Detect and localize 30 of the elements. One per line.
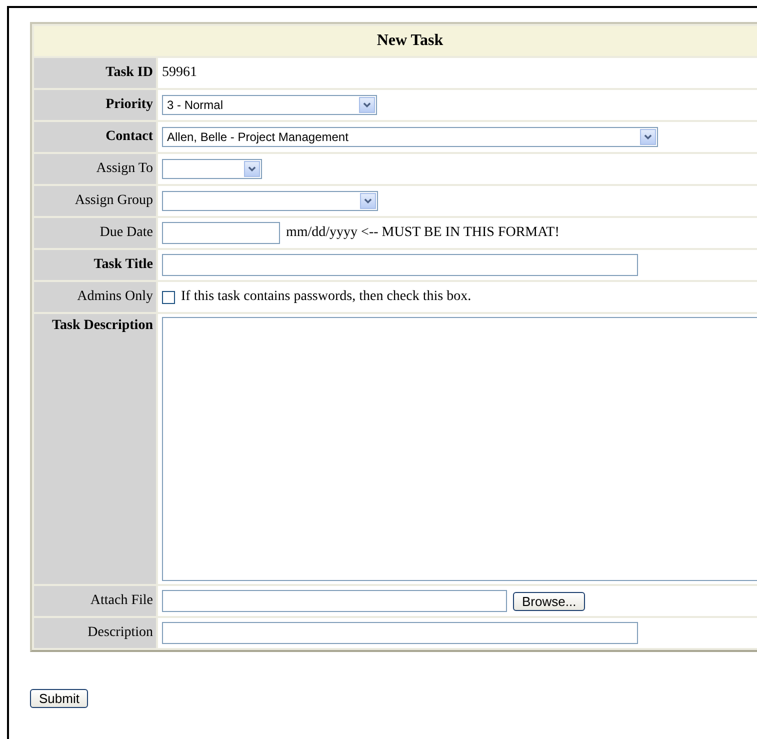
field-label: Assign Group [34, 186, 156, 216]
submit-button[interactable]: Submit [30, 689, 88, 708]
field-label: Admins Only [34, 282, 156, 312]
file-path-field[interactable] [162, 590, 507, 612]
task-id-value: 59961 [162, 65, 197, 80]
field-label: Task ID [34, 58, 156, 88]
format-hint: mm/dd/yyyy <-- MUST BE IN THIS FORMAT! [286, 225, 560, 241]
browse-button[interactable]: Browse... [513, 592, 586, 610]
chevron-down-icon [360, 193, 376, 209]
dropdown[interactable] [162, 191, 378, 211]
chevron-down-icon [640, 129, 656, 145]
checkbox-label: If this task contains passwords, then check this box. [181, 289, 472, 305]
chevron-down-icon [244, 161, 260, 177]
chevron-down-icon [359, 97, 375, 113]
dropdown[interactable]: 3 - Normal [162, 95, 377, 115]
dropdown[interactable] [162, 159, 262, 179]
checkbox[interactable] [162, 290, 175, 304]
input-field[interactable] [162, 622, 638, 644]
field-label: Description [34, 618, 156, 648]
field-label: Assign To [34, 154, 156, 184]
field-label: Attach File [34, 586, 156, 616]
input-field[interactable] [162, 222, 280, 244]
field-label: Due Date [34, 218, 156, 248]
form-title: New Task [34, 26, 757, 56]
input-field[interactable] [162, 254, 638, 276]
dropdown[interactable]: Allen, Belle - Project Management [162, 127, 658, 147]
field-label: Task Title [34, 250, 156, 280]
field-label: Task Description [34, 314, 156, 584]
field-label: Contact [34, 122, 156, 152]
field-label: Priority [34, 90, 156, 120]
